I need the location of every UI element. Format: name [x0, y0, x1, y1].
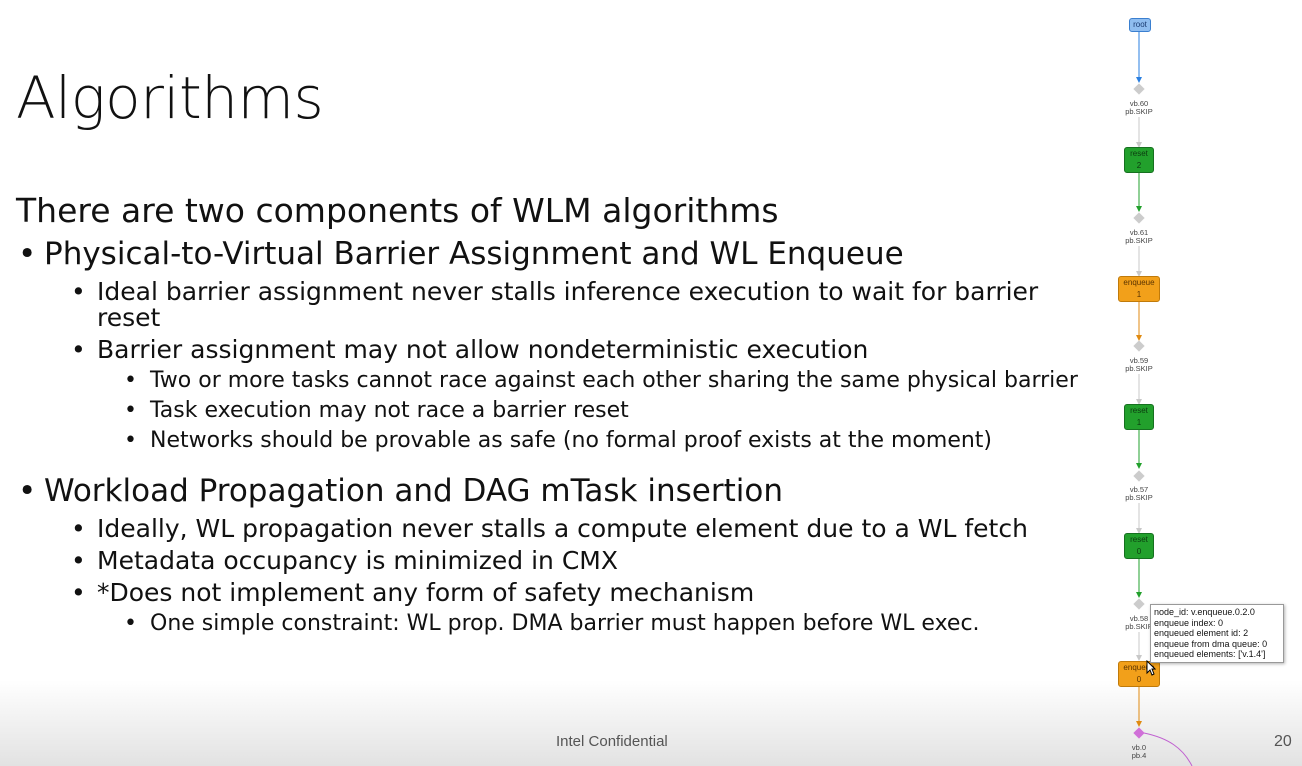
graph-node-reset2[interactable]: reset 2	[1124, 147, 1154, 173]
bullet-barrier-assignment: Physical-to-Virtual Barrier Assignment a…	[16, 236, 1106, 273]
vnode-v57[interactable]	[1133, 470, 1145, 482]
vnode-v60[interactable]	[1133, 83, 1145, 95]
sub-bullet-race: Two or more tasks cannot race against ea…	[124, 367, 1106, 395]
tooltip-line-node-id: node_id: v.enqueue.0.2.0	[1154, 607, 1255, 617]
bullet-nondeterministic: Barrier assignment may not allow nondete…	[71, 337, 1106, 364]
graph-label-v0b: pb.4	[1131, 751, 1147, 760]
bullet-ideal-barrier: Ideal barrier assignment never stalls in…	[71, 279, 1106, 331]
tooltip-line-enqueue-index: enqueue index: 0	[1154, 617, 1224, 628]
mouse-cursor-icon	[1146, 660, 1156, 676]
tooltip-line-element-id: enqueued element id: 2	[1154, 628, 1249, 638]
graph-label-v57b: pb.SKIP	[1125, 493, 1153, 502]
graph-label-v59b: pb.SKIP	[1125, 364, 1153, 373]
sub-bullet-provable: Networks should be provable as safe (no …	[124, 427, 1106, 455]
graph-label-v61b: pb.SKIP	[1125, 236, 1153, 245]
slide-content: There are two components of WLM algorith…	[16, 190, 1106, 640]
tooltip-line-elements: enqueued elements: ['v.1.4']	[1154, 649, 1266, 659]
graph-node-reset1[interactable]: reset 1	[1124, 404, 1154, 430]
vnode-v58[interactable]	[1133, 598, 1145, 610]
bullet-wl-propagation: Ideally, WL propagation never stalls a c…	[71, 516, 1106, 543]
bullet-metadata: Metadata occupancy is minimized in CMX	[71, 548, 1106, 575]
sub-bullet-constraint: One simple constraint: WL prop. DMA barr…	[124, 610, 1106, 638]
graph-node-reset0[interactable]: reset 0	[1124, 533, 1154, 559]
footer-confidential: Intel Confidential	[556, 733, 668, 750]
pnode-v0[interactable]	[1133, 727, 1145, 739]
footer-band	[0, 680, 1302, 766]
slide-title: Algorithms	[16, 64, 324, 132]
vnode-v61[interactable]	[1133, 212, 1145, 224]
graph-node-root[interactable]: root	[1129, 18, 1151, 32]
sub-bullet-reset-race: Task execution may not race a barrier re…	[124, 397, 1106, 425]
bullet-workload-propagation: Workload Propagation and DAG mTask inser…	[16, 473, 1106, 510]
graph-node-enqueue1[interactable]: enqueue 1	[1118, 276, 1160, 302]
bullet-safety: *Does not implement any form of safety m…	[71, 580, 1106, 607]
vnode-v59[interactable]	[1133, 340, 1145, 352]
tooltip-line-dma-queue: enqueue from dma queue: 0	[1154, 638, 1268, 649]
node-tooltip: node_id: v.enqueue.0.2.0 enqueue index: …	[1150, 604, 1284, 663]
graph-label-v60b: pb.SKIP	[1125, 107, 1153, 116]
intro-text: There are two components of WLM algorith…	[16, 191, 779, 230]
